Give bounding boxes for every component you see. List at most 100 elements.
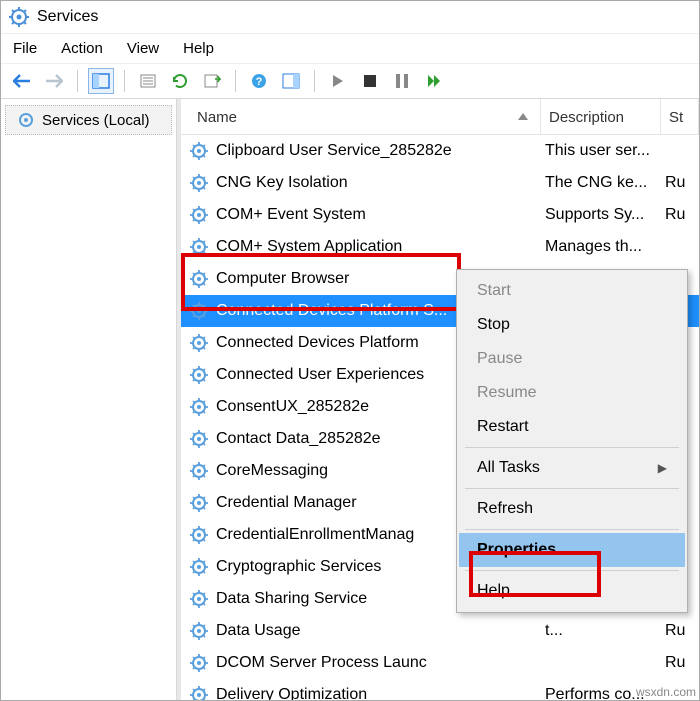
properties-toolbar-button[interactable] bbox=[135, 68, 161, 94]
service-name: Clipboard User Service_285282e bbox=[216, 142, 452, 160]
titlebar: Services bbox=[1, 1, 699, 34]
service-name: Data Sharing Service bbox=[216, 590, 367, 608]
back-button[interactable] bbox=[9, 68, 35, 94]
restart-service-button[interactable] bbox=[421, 68, 447, 94]
gear-icon bbox=[189, 141, 209, 161]
toolbar: ? bbox=[1, 64, 699, 99]
service-name: Computer Browser bbox=[216, 270, 349, 288]
chevron-right-icon: ▶ bbox=[658, 461, 667, 475]
service-name: COM+ Event System bbox=[216, 206, 366, 224]
app-gear-icon bbox=[9, 7, 29, 27]
service-row[interactable]: Data Usage t...Ru bbox=[181, 615, 699, 647]
separator bbox=[465, 570, 679, 571]
service-description: This user ser... bbox=[541, 142, 661, 160]
service-name: Delivery Optimization bbox=[216, 686, 367, 700]
ctx-start[interactable]: Start bbox=[459, 274, 685, 308]
service-name: CredentialEnrollmentManag bbox=[216, 526, 414, 544]
gear-icon bbox=[189, 589, 209, 609]
separator bbox=[465, 447, 679, 448]
ctx-restart[interactable]: Restart bbox=[459, 410, 685, 444]
context-menu: Start Stop Pause Resume Restart All Task… bbox=[456, 269, 688, 613]
ctx-resume[interactable]: Resume bbox=[459, 376, 685, 410]
service-row[interactable]: DCOM Server Process LauncRu bbox=[181, 647, 699, 679]
service-description: Manages th... bbox=[541, 238, 661, 256]
ctx-refresh[interactable]: Refresh bbox=[459, 492, 685, 526]
gear-icon bbox=[189, 429, 209, 449]
service-name: DCOM Server Process Launc bbox=[216, 654, 427, 672]
gear-icon bbox=[189, 653, 209, 673]
pause-service-button[interactable] bbox=[389, 68, 415, 94]
window-title: Services bbox=[37, 8, 98, 26]
header-description[interactable]: Description bbox=[541, 99, 661, 134]
service-row[interactable]: Clipboard User Service_285282e This user … bbox=[181, 135, 699, 167]
service-status: Ru bbox=[661, 206, 699, 224]
menu-action[interactable]: Action bbox=[61, 40, 103, 57]
gear-icon bbox=[189, 205, 209, 225]
gear-icon bbox=[189, 493, 209, 513]
service-description: The CNG ke... bbox=[541, 174, 661, 192]
service-status: Ru bbox=[661, 174, 699, 192]
gear-icon bbox=[189, 365, 209, 385]
stop-service-button[interactable] bbox=[357, 68, 383, 94]
service-name: Cryptographic Services bbox=[216, 558, 381, 576]
gear-icon bbox=[189, 557, 209, 577]
service-description: t... bbox=[541, 622, 661, 640]
menu-help[interactable]: Help bbox=[183, 40, 214, 57]
service-name: CoreMessaging bbox=[216, 462, 328, 480]
service-name: Credential Manager bbox=[216, 494, 357, 512]
ctx-stop[interactable]: Stop bbox=[459, 308, 685, 342]
ctx-properties[interactable]: Properties bbox=[459, 533, 685, 567]
gear-icon bbox=[189, 621, 209, 641]
service-name: Contact Data_285282e bbox=[216, 430, 381, 448]
export-list-button[interactable] bbox=[199, 68, 225, 94]
ctx-help[interactable]: Help bbox=[459, 574, 685, 608]
gear-icon bbox=[189, 237, 209, 257]
header-status[interactable]: St bbox=[661, 99, 699, 134]
gear-icon bbox=[189, 397, 209, 417]
separator bbox=[314, 70, 315, 92]
service-name: Connected User Experiences bbox=[216, 366, 424, 384]
service-status: Ru bbox=[661, 622, 699, 640]
tree-pane: Services (Local) bbox=[1, 99, 177, 700]
service-row[interactable]: COM+ System Application Manages th... bbox=[181, 231, 699, 263]
start-service-button[interactable] bbox=[325, 68, 351, 94]
service-name: CNG Key Isolation bbox=[216, 174, 348, 192]
menu-file[interactable]: File bbox=[13, 40, 37, 57]
service-row[interactable]: Delivery OptimizationPerforms co... bbox=[181, 679, 699, 700]
tree-root-label: Services (Local) bbox=[42, 112, 150, 129]
svg-text:?: ? bbox=[256, 76, 263, 88]
service-row[interactable]: COM+ Event SystemSupports Sy...Ru bbox=[181, 199, 699, 231]
gear-icon bbox=[189, 525, 209, 545]
menubar: File Action View Help bbox=[1, 34, 699, 64]
service-row[interactable]: CNG Key Isolation The CNG ke...Ru bbox=[181, 167, 699, 199]
help-button[interactable]: ? bbox=[246, 68, 272, 94]
menu-view[interactable]: View bbox=[127, 40, 159, 57]
details-pane-button[interactable] bbox=[88, 68, 114, 94]
separator bbox=[124, 70, 125, 92]
gear-icon bbox=[16, 110, 36, 130]
service-name: Data Usage bbox=[216, 622, 301, 640]
gear-icon bbox=[189, 173, 209, 193]
separator bbox=[77, 70, 78, 92]
gear-icon bbox=[189, 461, 209, 481]
action-pane-button[interactable] bbox=[278, 68, 304, 94]
gear-icon bbox=[189, 269, 209, 289]
service-name: COM+ System Application bbox=[216, 238, 402, 256]
separator bbox=[465, 529, 679, 530]
service-name: ConsentUX_285282e bbox=[216, 398, 369, 416]
separator bbox=[235, 70, 236, 92]
separator bbox=[465, 488, 679, 489]
watermark: wsxdn.com bbox=[636, 685, 696, 699]
column-headers: Name Description St bbox=[181, 99, 699, 135]
forward-button[interactable] bbox=[41, 68, 67, 94]
list-pane: Name Description St Clipboard User Servi… bbox=[177, 99, 699, 700]
header-name[interactable]: Name bbox=[181, 99, 541, 134]
services-window: Services File Action View Help ? Se bbox=[0, 0, 700, 701]
gear-icon bbox=[189, 685, 209, 700]
service-name: Connected Devices Platform bbox=[216, 334, 419, 352]
ctx-all-tasks[interactable]: All Tasks▶ bbox=[459, 451, 685, 485]
tree-root-services[interactable]: Services (Local) bbox=[5, 105, 172, 135]
ctx-pause[interactable]: Pause bbox=[459, 342, 685, 376]
refresh-button[interactable] bbox=[167, 68, 193, 94]
gear-icon bbox=[189, 333, 209, 353]
